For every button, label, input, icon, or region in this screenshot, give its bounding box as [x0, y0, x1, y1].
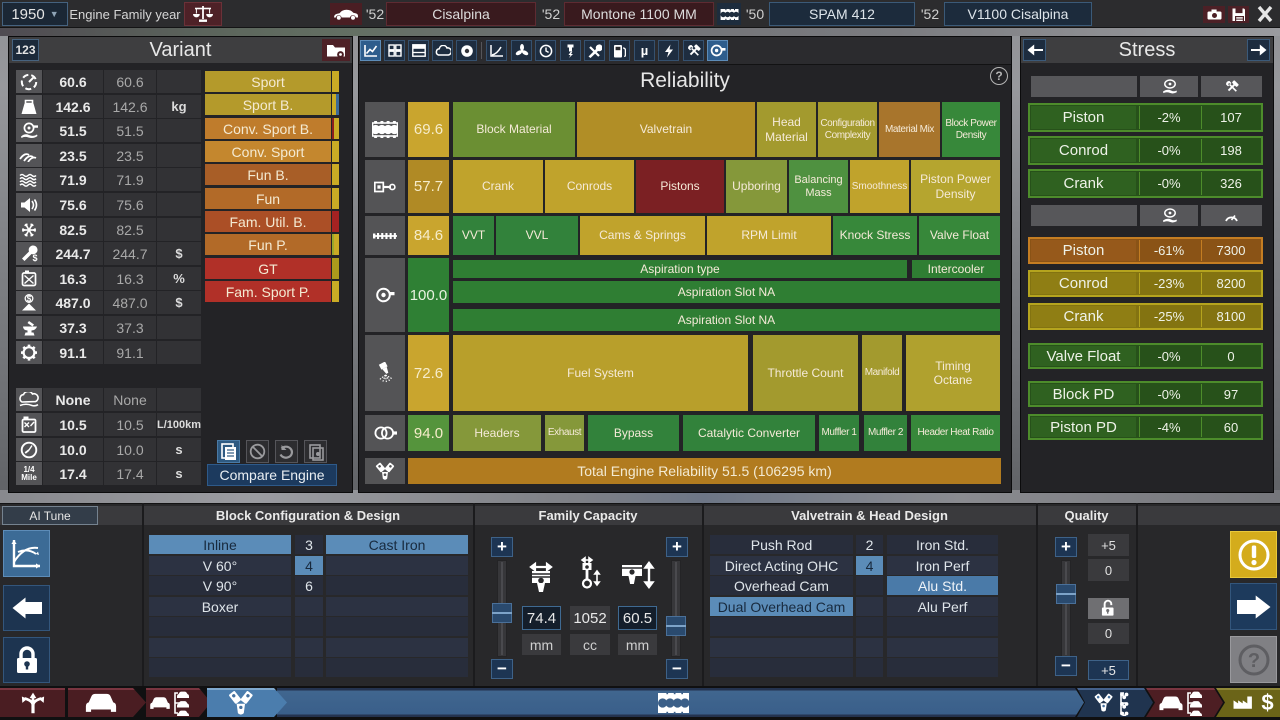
svg-text:?: ? [1247, 650, 1259, 672]
svg-text:$: $ [27, 295, 32, 304]
svg-text:$: $ [33, 253, 38, 262]
